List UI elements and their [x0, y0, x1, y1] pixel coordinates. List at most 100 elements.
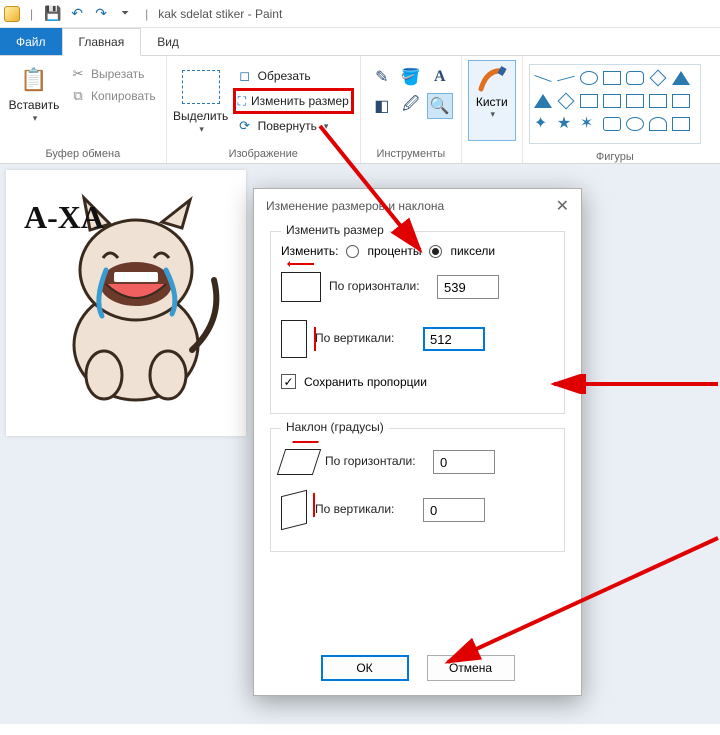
resize-icon: ⛶ [238, 94, 246, 109]
ribbon-tabs: Файл Главная Вид [0, 28, 720, 56]
shape-line[interactable] [534, 74, 551, 81]
caret-icon: ▾ [324, 121, 329, 132]
horizontal-icon [281, 272, 321, 302]
shape-arrow-up[interactable] [672, 94, 690, 108]
select-label: Выделить [173, 110, 228, 124]
cut-button[interactable]: ✂ Вырезать [66, 64, 160, 84]
rotate-button[interactable]: ⟳ Повернуть ▾ [233, 116, 354, 136]
separator: | [30, 7, 33, 21]
app-icon [4, 6, 20, 22]
shape-rect[interactable] [603, 71, 621, 85]
sticker-text: A-XA [24, 199, 104, 235]
skew-vertical-icon [281, 490, 307, 530]
shape-pentagon[interactable] [580, 94, 598, 108]
crop-label: Обрезать [258, 69, 311, 83]
resize-button[interactable]: ⛶ Изменить размер [233, 88, 354, 114]
skew-horizontal-icon [277, 449, 321, 475]
select-icon [182, 70, 220, 104]
copy-label: Копировать [91, 89, 156, 103]
separator: | [145, 7, 148, 21]
dialog-title: Изменение размеров и наклона [266, 199, 444, 213]
shape-curve[interactable] [557, 75, 575, 81]
group-tools: ✎ 🪣 A ◧ 🖉 🔍 Инструменты [361, 56, 462, 163]
shape-hexagon[interactable] [603, 94, 621, 108]
rotate-label: Повернуть [258, 119, 317, 133]
percent-label: проценты [367, 244, 421, 258]
shape-4star[interactable]: ✦ [534, 117, 552, 131]
group-brushes: Кисти ▾ [462, 56, 523, 163]
caret-icon: ▾ [491, 109, 496, 120]
brushes-label: Кисти [476, 95, 508, 109]
canvas[interactable]: A-XA [6, 170, 246, 436]
skew-horizontal-label: По горизонтали: [325, 455, 425, 468]
shapes-gallery[interactable]: ✦ ★ ✶ [529, 64, 701, 144]
group-label-image: Изображение [173, 145, 354, 163]
qat-dropdown-icon[interactable]: ⏷ [115, 4, 135, 24]
paste-label: Вставить [9, 99, 60, 113]
skew-vertical-input[interactable] [423, 498, 485, 522]
shape-right-triangle[interactable] [534, 94, 552, 108]
tab-file[interactable]: Файл [0, 28, 62, 55]
vertical-input[interactable] [423, 327, 485, 351]
crop-button[interactable]: ◻ Обрезать [233, 66, 354, 86]
tab-view[interactable]: Вид [141, 28, 195, 55]
keep-ratio-label: Сохранить пропорции [304, 375, 427, 389]
quick-access-toolbar: 💾 ↶ ↷ ⏷ [43, 4, 135, 24]
ok-button[interactable]: ОК [321, 655, 409, 681]
shape-polygon[interactable] [649, 70, 666, 87]
copy-button[interactable]: ⧉ Копировать [66, 86, 160, 106]
radio-pixels[interactable] [429, 245, 442, 258]
fill-tool[interactable]: 🪣 [398, 64, 424, 90]
caret-icon: ▾ [33, 113, 38, 124]
shape-diamond[interactable] [557, 93, 574, 110]
shape-heart[interactable] [649, 117, 667, 131]
text-tool[interactable]: A [427, 64, 453, 90]
paste-button[interactable]: 📋 Вставить ▾ [6, 60, 62, 145]
group-shapes: ✦ ★ ✶ Фигуры [523, 56, 707, 163]
cut-label: Вырезать [91, 67, 144, 81]
radio-percent[interactable] [346, 245, 359, 258]
shape-arrow-right[interactable] [626, 94, 644, 108]
shape-6star[interactable]: ✶ [580, 117, 598, 131]
save-icon[interactable]: 💾 [43, 4, 63, 24]
undo-icon[interactable]: ↶ [67, 4, 87, 24]
window-title: kak sdelat stiker - Paint [158, 7, 282, 21]
shape-rounded-rect[interactable] [626, 71, 644, 85]
resize-dialog: Изменение размеров и наклона ✕ Изменить … [253, 188, 582, 696]
shape-oval[interactable] [580, 71, 598, 85]
cancel-button[interactable]: Отмена [427, 655, 515, 681]
brushes-button[interactable]: Кисти ▾ [468, 60, 516, 141]
skew-groupbox: Наклон (градусы) По горизонтали: По верт… [270, 428, 565, 552]
group-label-tools: Инструменты [367, 145, 455, 163]
spacer [468, 145, 516, 163]
skew-horizontal-input[interactable] [433, 450, 495, 474]
shape-arrow-left[interactable] [649, 94, 667, 108]
keep-ratio-checkbox[interactable]: ✓ [281, 374, 296, 389]
title-bar: | 💾 ↶ ↷ ⏷ | kak sdelat stiker - Paint [0, 0, 720, 28]
ribbon: 📋 Вставить ▾ ✂ Вырезать ⧉ Копировать Буф… [0, 56, 720, 164]
redo-icon[interactable]: ↷ [91, 4, 111, 24]
vertical-icon [281, 320, 307, 358]
magnifier-tool[interactable]: 🔍 [427, 93, 453, 119]
eyedropper-tool[interactable]: 🖉 [398, 93, 424, 119]
vertical-label: По вертикали: [315, 332, 415, 345]
shape-triangle[interactable] [672, 71, 690, 85]
resize-groupbox: Изменить размер Изменить: проценты пиксе… [270, 231, 565, 414]
select-button[interactable]: Выделить ▾ [173, 60, 229, 145]
rotate-icon: ⟳ [237, 118, 253, 134]
group-image: Выделить ▾ ◻ Обрезать ⛶ Изменить размер … [167, 56, 361, 163]
shape-lightning[interactable] [672, 117, 690, 131]
brush-icon [477, 65, 507, 95]
shape-thought[interactable] [626, 117, 644, 131]
dialog-titlebar: Изменение размеров и наклона ✕ [254, 189, 581, 223]
pencil-tool[interactable]: ✎ [369, 64, 395, 90]
shape-5star[interactable]: ★ [557, 117, 575, 131]
tab-home[interactable]: Главная [62, 28, 142, 56]
eraser-tool[interactable]: ◧ [369, 93, 395, 119]
close-icon[interactable]: ✕ [556, 196, 569, 216]
horizontal-input[interactable] [437, 275, 499, 299]
skew-vertical-label: По вертикали: [315, 503, 415, 516]
by-label: Изменить: [281, 244, 338, 258]
shape-callout[interactable] [603, 117, 621, 131]
crop-icon: ◻ [237, 68, 253, 84]
